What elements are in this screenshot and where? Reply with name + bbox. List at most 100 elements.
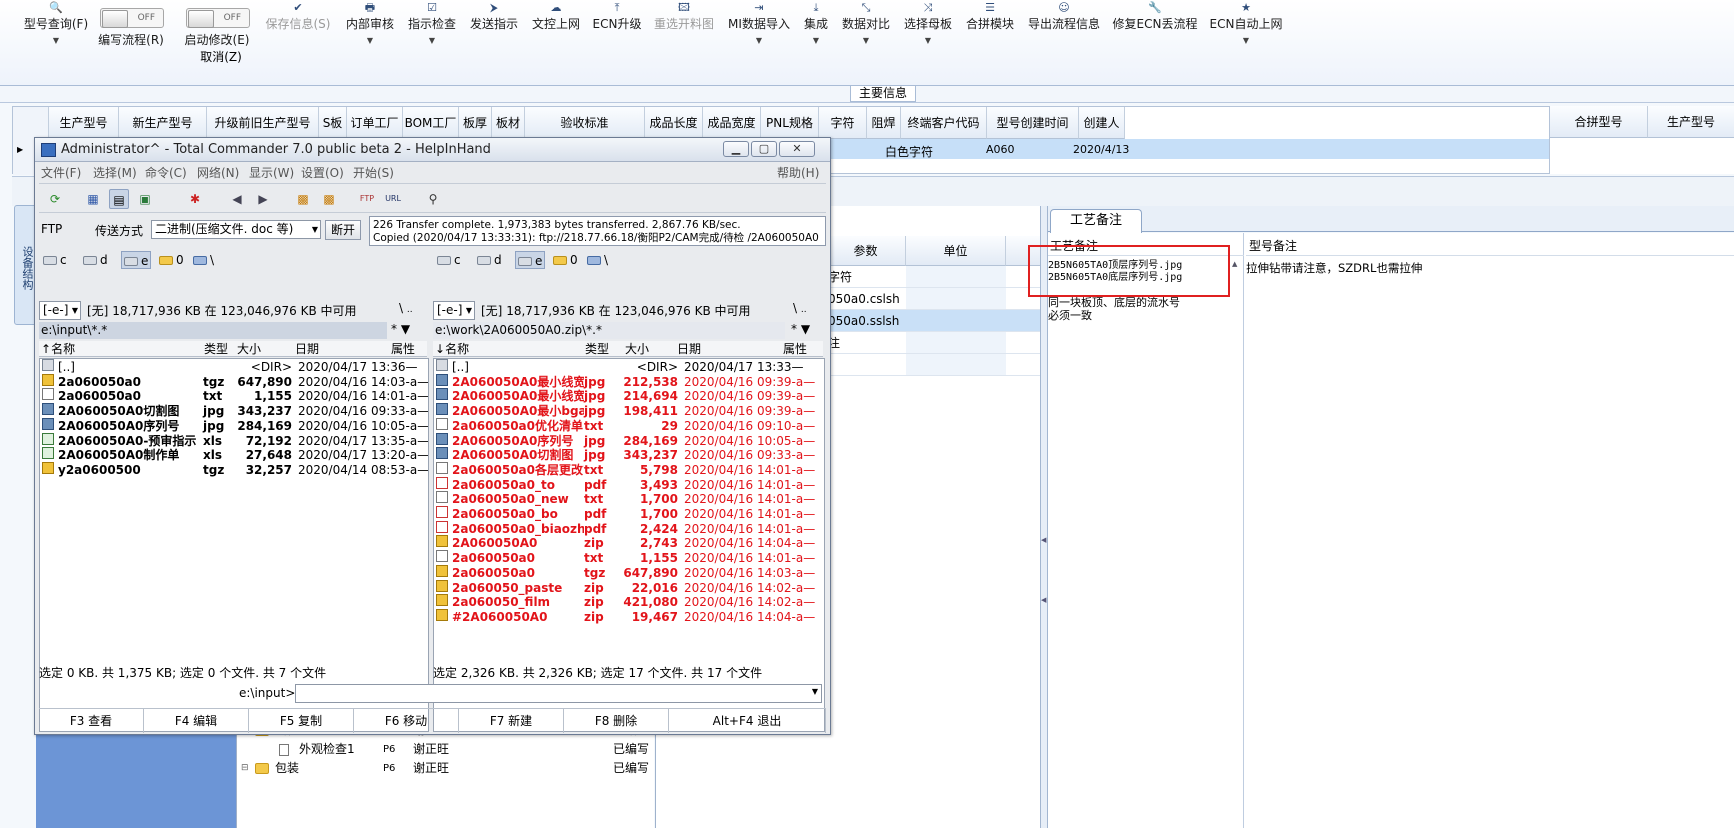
file-row[interactable]: 2a060050a0_biaozhu pdf 2,424 2020/04/16 14:…	[434, 520, 824, 537]
file-row[interactable]: #2A060050A0 zip 19,467 2020/04/16 14:04-a—	[434, 608, 824, 625]
transfer-mode-select[interactable]: 二进制(压缩文件. doc 等) ▼	[151, 220, 321, 239]
file-row[interactable]: 2A060050A0最小线宽.. jpg 212,538 2020/04/16 09:…	[434, 373, 824, 390]
full-view-icon[interactable]: ▤	[109, 189, 129, 209]
sort-date-header[interactable]: 日期	[677, 341, 701, 357]
column-header[interactable]: 型号创建时间	[987, 107, 1079, 139]
merge-model-header[interactable]: 合拼型号	[1550, 106, 1648, 138]
menu-item-1[interactable]: 选择(M)	[93, 163, 137, 183]
left-filter-icon[interactable]: * ▼	[391, 322, 410, 336]
ribbon-button-14[interactable]: ☰ 合拼模块	[964, 0, 1016, 72]
url-icon[interactable]: URL	[383, 189, 403, 209]
ribbon-button-1[interactable]: 编写流程(R)	[92, 0, 170, 72]
file-row[interactable]: 2A060050A0切割图 jpg 343,237 2020/04/16 09:33-…	[40, 403, 428, 419]
file-row[interactable]: 2a060050a0 tgz 647,890 2020/04/16 14:03-a—	[40, 373, 428, 390]
ftp-connect-icon[interactable]: FTP	[357, 189, 377, 209]
column-header[interactable]: 生产型号	[49, 107, 119, 139]
right-drive-select[interactable]: [-e-] ▼	[433, 301, 475, 320]
thumbnail-view-icon[interactable]: ▣	[135, 189, 155, 209]
merge-production-header[interactable]: 生产型号	[1648, 106, 1734, 138]
back-icon[interactable]: ◀	[227, 189, 247, 209]
equipment-structure-tab[interactable]: 设备结构	[14, 205, 36, 325]
column-header[interactable]: 升级前旧生产型号	[207, 107, 319, 139]
fkey-button-2[interactable]: F5 复制	[249, 709, 354, 733]
ribbon-button-2[interactable]: 启动修改(E)	[178, 0, 256, 72]
menu-item-3[interactable]: 网络(N)	[197, 163, 239, 183]
ribbon-button-0[interactable]: 🔍 型号查询(F) ▼	[16, 0, 96, 72]
fkey-button-4[interactable]: F7 新建	[459, 709, 564, 733]
right-filter-icon[interactable]: * ▼	[791, 322, 810, 336]
file-row[interactable]: y2a0600500 tgz 32,257 2020/04/14 08:53-a—	[40, 461, 428, 478]
drive-button[interactable]: c	[43, 251, 67, 269]
drive-button[interactable]: e	[121, 251, 152, 269]
ribbon-button-16[interactable]: 🔧 修复ECN丢流程	[1112, 0, 1198, 72]
ribbon-button-7[interactable]: ☁ 文控上网	[530, 0, 582, 72]
file-row[interactable]: [..] <DIR> 2020/04/17 13:36—	[40, 359, 428, 375]
column-header[interactable]: 验收标准	[525, 107, 645, 139]
ribbon-button-17[interactable]: ★ ECN自动上网 ▼	[1208, 0, 1284, 72]
drive-button[interactable]: e	[515, 251, 546, 269]
file-row[interactable]: 2a060050a0_to pdf 3,493 2020/04/16 14:01-a—	[434, 476, 824, 493]
left-root-button[interactable]: \ ..	[399, 298, 413, 318]
fkey-button-0[interactable]: F3 查看	[39, 709, 144, 733]
disconnect-button[interactable]: 断开	[325, 220, 361, 240]
column-header[interactable]: 板材	[492, 107, 525, 139]
column-header[interactable]: 成品宽度	[703, 107, 761, 139]
sort-attr-header[interactable]: 属性	[391, 341, 415, 357]
menu-item-0[interactable]: 文件(F)	[41, 163, 81, 183]
command-input[interactable]: ▼	[295, 684, 822, 703]
ribbon-button-10[interactable]: ⇥ MI数据导入 ▼	[726, 0, 792, 72]
ribbon-button-3[interactable]: ✔ 保存信息(S)	[262, 0, 334, 72]
ribbon-button-8[interactable]: ⤒ ECN升级	[592, 0, 642, 72]
fkey-button-3[interactable]: F6 移动	[354, 709, 459, 733]
file-row[interactable]: 2a060050a0 txt 1,155 2020/04/16 14:01-a—	[434, 550, 824, 566]
file-row[interactable]: 2A060050A0切割图 jpg 343,237 2020/04/16 09:33-…	[434, 447, 824, 463]
file-row[interactable]: 2a060050a0 tgz 647,890 2020/04/16 14:03-a—	[434, 564, 824, 581]
ribbon-button-12[interactable]: ⤡ 数据对比 ▼	[840, 0, 892, 72]
param-header[interactable]: 参数	[826, 236, 906, 266]
menu-item-2[interactable]: 命令(C)	[145, 163, 187, 183]
drive-button[interactable]: \	[193, 251, 214, 269]
drive-button[interactable]: d	[83, 251, 108, 269]
file-row[interactable]: 2A060050A0-预审指示 xls 72,192 2020/04/17 13:35…	[40, 432, 428, 449]
file-row[interactable]: 2A060050A0序列号 jpg 284,169 2020/04/16 10:05-…	[434, 432, 824, 449]
file-row[interactable]: 2a060050a0各层更改?..txt 5,798 2020/04/16 14:0…	[434, 461, 824, 478]
sort-attr-header[interactable]: 属性	[783, 341, 807, 357]
file-row[interactable]: 2a060050a0优化清单 txt 29 2020/04/16 09:10-a—	[434, 417, 824, 434]
column-header[interactable]: 成品长度	[645, 107, 703, 139]
forward-icon[interactable]: ▶	[253, 189, 273, 209]
ribbon-button-15[interactable]: ☺ 导出流程信息	[1026, 0, 1102, 72]
fkey-button-5[interactable]: F8 删除	[564, 709, 669, 733]
column-header[interactable]: 字符	[819, 107, 867, 139]
panel-splitter[interactable]: ◀ ◀	[1040, 206, 1048, 828]
tree-node[interactable]: ⊟ 包装 P6 谢正旺 已编写	[237, 759, 655, 778]
sort-size-header[interactable]: 大小	[625, 341, 649, 357]
drive-button[interactable]: \	[587, 251, 608, 269]
ribbon-button-5[interactable]: ☑ 指示检查 ▼	[406, 0, 458, 72]
sort-type-header[interactable]: 类型	[204, 341, 228, 357]
sort-name-header[interactable]: ↑名称	[41, 341, 75, 357]
file-row[interactable]: 2A060050A0序列号 jpg 284,169 2020/04/16 10:05-…	[40, 417, 428, 434]
column-header[interactable]: 新生产型号	[119, 107, 207, 139]
file-row[interactable]: 2A060050A0 zip 2,743 2020/04/16 14:04-a—	[434, 535, 824, 551]
tree-node[interactable]: 外观检查1 P6 谢正旺 已编写	[237, 740, 655, 759]
right-path[interactable]: e:\work\2A060050A0.zip\*.*	[433, 322, 785, 339]
right-root-button[interactable]: \ ..	[793, 298, 807, 318]
drive-button[interactable]: 0	[159, 251, 184, 269]
file-row[interactable]: 2a060050a0_bo pdf 1,700 2020/04/16 14:01-a—	[434, 506, 824, 522]
brief-view-icon[interactable]: ▦	[83, 189, 103, 209]
pack-icon[interactable]: ▩	[293, 189, 313, 209]
menu-item-6[interactable]: 开始(S)	[353, 163, 394, 183]
expand-minus-icon[interactable]: ⊟	[241, 759, 249, 778]
file-row[interactable]: 2a060050_paste zip 22,016 2020/04/16 14:02-…	[434, 579, 824, 596]
drive-button[interactable]: c	[437, 251, 461, 269]
ribbon-button-13[interactable]: ⤨ 选择母板 ▼	[902, 0, 954, 72]
drive-button[interactable]: 0	[553, 251, 578, 269]
fkey-button-1[interactable]: F4 编辑	[144, 709, 249, 733]
drive-button[interactable]: d	[477, 251, 502, 269]
file-row[interactable]: 2a060050_film zip 421,080 2020/04/16 14:02-…	[434, 594, 824, 610]
sort-type-header[interactable]: 类型	[585, 341, 609, 357]
refresh-icon[interactable]: ⟳	[45, 189, 65, 209]
column-header[interactable]: 创建人	[1079, 107, 1125, 139]
unit-header[interactable]: 单位	[906, 236, 1006, 266]
column-header[interactable]: 板厚	[459, 107, 492, 139]
